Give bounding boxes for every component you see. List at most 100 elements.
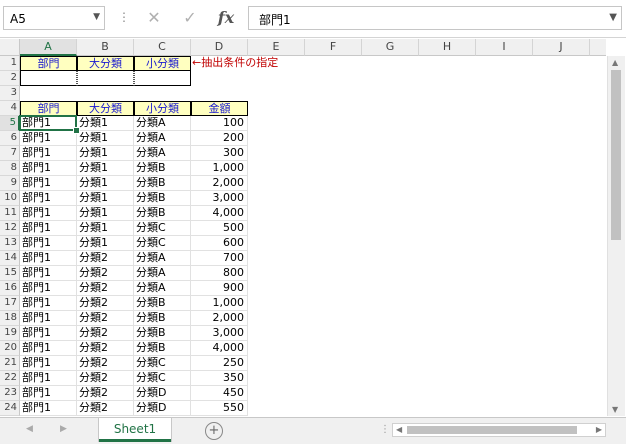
cell-minor-category[interactable]: 分類A	[134, 146, 191, 161]
name-box-value[interactable]: A5	[10, 12, 26, 26]
cell-major-category[interactable]: 分類1	[77, 131, 134, 146]
cell-department[interactable]: 部門1	[20, 356, 77, 371]
row-header-13[interactable]: 13	[0, 236, 20, 251]
row-header-14[interactable]: 14	[0, 251, 20, 266]
cell-amount[interactable]: 3,000	[191, 191, 248, 206]
cell-minor-category[interactable]: 分類A	[134, 281, 191, 296]
cell-minor-category[interactable]: 分類B	[134, 311, 191, 326]
cell-department[interactable]: 部門1	[20, 266, 77, 281]
criteria-input-cell[interactable]	[134, 71, 191, 86]
fill-handle[interactable]	[73, 127, 80, 134]
row-header-2[interactable]: 2	[0, 71, 20, 86]
cell-major-category[interactable]: 分類2	[77, 281, 134, 296]
cell-amount[interactable]: 350	[191, 371, 248, 386]
cell-amount[interactable]: 2,000	[191, 176, 248, 191]
cell-major-category[interactable]: 分類1	[77, 146, 134, 161]
cell-minor-category[interactable]: 分類A	[134, 266, 191, 281]
column-header-h[interactable]: H	[419, 39, 476, 56]
cell-department[interactable]: 部門1	[20, 251, 77, 266]
cancel-icon[interactable]: ✕	[140, 6, 168, 30]
row-header-11[interactable]: 11	[0, 206, 20, 221]
cell-department[interactable]: 部門1	[20, 191, 77, 206]
column-header-a[interactable]: A	[20, 39, 77, 56]
cell-minor-category[interactable]: 分類B	[134, 326, 191, 341]
cell-minor-category[interactable]: 分類B	[134, 161, 191, 176]
column-header-c[interactable]: C	[134, 39, 191, 56]
cell-department[interactable]: 部門1	[20, 206, 77, 221]
cell-major-category[interactable]: 分類2	[77, 401, 134, 416]
cell-major-category[interactable]: 分類1	[77, 191, 134, 206]
formula-input[interactable]: 部門1 ▼	[248, 6, 622, 30]
cell-department[interactable]: 部門1	[20, 386, 77, 401]
scroll-left-icon[interactable]: ◀	[396, 425, 402, 434]
cell-amount[interactable]: 550	[191, 401, 248, 416]
cell-amount[interactable]: 250	[191, 356, 248, 371]
row-header-10[interactable]: 10	[0, 191, 20, 206]
cell-amount[interactable]: 450	[191, 386, 248, 401]
row-header-3[interactable]: 3	[0, 86, 20, 101]
row-header-22[interactable]: 22	[0, 371, 20, 386]
cell-amount[interactable]: 500	[191, 221, 248, 236]
formula-value[interactable]: 部門1	[259, 11, 291, 28]
criteria-input-cell[interactable]	[20, 71, 77, 86]
enter-icon[interactable]: ✓	[176, 6, 204, 30]
cell-amount[interactable]: 3,000	[191, 326, 248, 341]
column-header-extra[interactable]	[590, 39, 606, 56]
expand-formula-icon[interactable]: ▼	[609, 12, 617, 23]
scroll-up-icon[interactable]: ▲	[612, 58, 618, 67]
cell-department[interactable]: 部門1	[20, 236, 77, 251]
vertical-scroll-thumb[interactable]	[611, 70, 621, 240]
row-header-5[interactable]: 5	[0, 116, 20, 131]
cell-amount[interactable]: 700	[191, 251, 248, 266]
cell-minor-category[interactable]: 分類B	[134, 341, 191, 356]
cell-minor-category[interactable]: 分類B	[134, 206, 191, 221]
row-header-7[interactable]: 7	[0, 146, 20, 161]
column-header-g[interactable]: G	[362, 39, 419, 56]
cell-major-category[interactable]: 分類2	[77, 296, 134, 311]
cell-department[interactable]: 部門1	[20, 341, 77, 356]
cell-minor-category[interactable]: 分類C	[134, 371, 191, 386]
chevron-down-icon[interactable]: ▼	[93, 12, 100, 22]
cell-minor-category[interactable]: 分類C	[134, 236, 191, 251]
next-sheet-icon[interactable]: ▶	[60, 424, 67, 434]
cell-department[interactable]: 部門1	[20, 296, 77, 311]
cell-amount[interactable]: 100	[191, 116, 248, 131]
row-header-17[interactable]: 17	[0, 296, 20, 311]
cell-minor-category[interactable]: 分類A	[134, 116, 191, 131]
cell-major-category[interactable]: 分類2	[77, 326, 134, 341]
fx-icon[interactable]: fx	[212, 6, 240, 30]
active-cell-selection[interactable]	[19, 115, 77, 131]
cell-minor-category[interactable]: 分類B	[134, 176, 191, 191]
cell-department[interactable]: 部門1	[20, 371, 77, 386]
select-all-corner[interactable]	[0, 39, 20, 56]
cell-amount[interactable]: 800	[191, 266, 248, 281]
cell-major-category[interactable]: 分類1	[77, 176, 134, 191]
row-header-12[interactable]: 12	[0, 221, 20, 236]
cell-department[interactable]: 部門1	[20, 176, 77, 191]
cell-minor-category[interactable]: 分類B	[134, 296, 191, 311]
cell-amount[interactable]: 1,000	[191, 161, 248, 176]
cell-major-category[interactable]: 分類1	[77, 161, 134, 176]
name-box[interactable]: A5 ▼	[3, 6, 105, 30]
vertical-scrollbar[interactable]: ▲ ▼	[607, 56, 625, 416]
cell-department[interactable]: 部門1	[20, 131, 77, 146]
cell-minor-category[interactable]: 分類B	[134, 191, 191, 206]
cell-amount[interactable]: 1,000	[191, 296, 248, 311]
cell-minor-category[interactable]: 分類C	[134, 356, 191, 371]
column-header-b[interactable]: B	[77, 39, 134, 56]
cell-minor-category[interactable]: 分類A	[134, 131, 191, 146]
prev-sheet-icon[interactable]: ◀	[26, 424, 33, 434]
cell-amount[interactable]: 2,000	[191, 311, 248, 326]
row-header-16[interactable]: 16	[0, 281, 20, 296]
row-header-4[interactable]: 4	[0, 101, 20, 116]
row-header-19[interactable]: 19	[0, 326, 20, 341]
scroll-right-icon[interactable]: ▶	[596, 425, 602, 434]
column-header-d[interactable]: D	[191, 39, 248, 56]
cell-minor-category[interactable]: 分類A	[134, 251, 191, 266]
cell-minor-category[interactable]: 分類D	[134, 401, 191, 416]
cell-department[interactable]: 部門1	[20, 281, 77, 296]
column-header-f[interactable]: F	[305, 39, 362, 56]
cell-amount[interactable]: 4,000	[191, 206, 248, 221]
cell-department[interactable]: 部門1	[20, 146, 77, 161]
cell-amount[interactable]: 4,000	[191, 341, 248, 356]
